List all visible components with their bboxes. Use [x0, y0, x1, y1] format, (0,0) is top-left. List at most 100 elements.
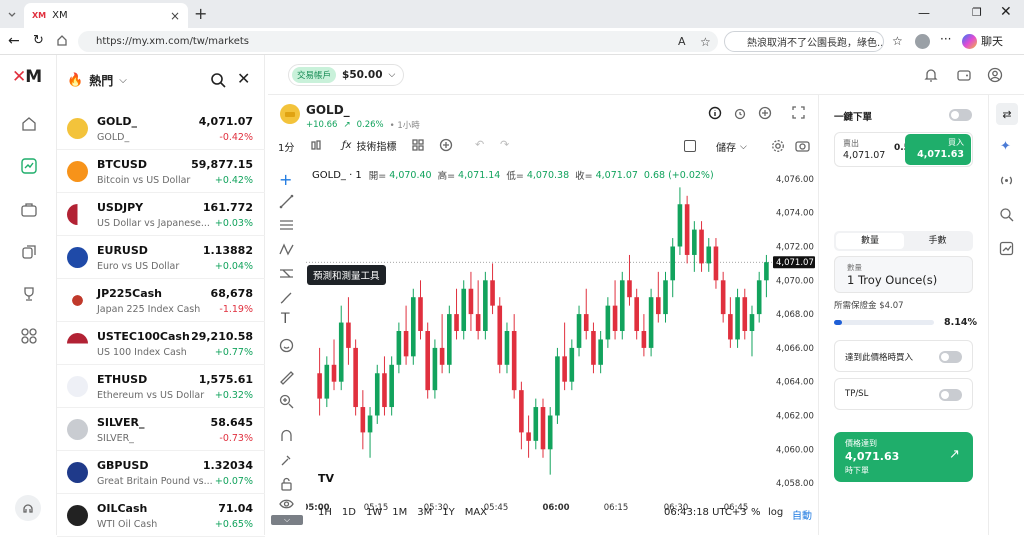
compare-add-icon[interactable] [439, 138, 453, 155]
quantity-input[interactable]: 數量 1 Troy Ounce(s) [834, 256, 973, 293]
save-button[interactable]: 儲存 ⌵ [716, 139, 747, 155]
trendline-icon[interactable] [279, 194, 294, 212]
auto-toggle[interactable]: 自動 [792, 507, 812, 522]
profile-avatar[interactable] [915, 34, 930, 49]
market-row[interactable]: USTEC100Cash US 100 Index Cash 29,210.58 +0… [57, 322, 265, 365]
range-button-1m[interactable]: 1M [392, 507, 407, 518]
market-row[interactable]: GBPUSD Great Britain Pound vs... 1.32034 +0… [57, 451, 265, 494]
close-tab-icon[interactable]: × [170, 9, 180, 23]
ruler-icon[interactable] [279, 370, 294, 388]
range-button-1d[interactable]: 1D [342, 507, 356, 518]
price-chart[interactable]: 4,076.00 4,074.00 4,072.00 4,070.00 4,068.00… [302, 160, 816, 513]
trade-swap-icon[interactable]: ⇄ [996, 103, 1018, 125]
url-bar[interactable]: https://my.xm.com/tw/markets A ☆ [78, 31, 718, 52]
trophy-nav-icon[interactable] [20, 285, 38, 306]
range-button-3m[interactable]: 3M [417, 507, 432, 518]
range-button-1w[interactable]: 1W [366, 507, 382, 518]
redo-icon[interactable]: ↷ [500, 138, 509, 151]
undo-icon[interactable]: ↶ [475, 138, 484, 151]
indicators-button[interactable]: ƒx 技術指標 [342, 138, 396, 153]
tab-quantity[interactable]: 數量 [836, 233, 904, 249]
search-icon[interactable] [210, 72, 226, 91]
browser-tab[interactable]: XM XM × [24, 3, 188, 28]
apps-nav-icon[interactable] [20, 327, 38, 348]
window-close-icon[interactable]: ✕ [1000, 4, 1012, 20]
btc-flag-icon [67, 161, 88, 182]
select-box-icon[interactable] [684, 140, 696, 152]
alarm-icon[interactable] [733, 106, 747, 123]
tab-lots[interactable]: 手數 [904, 233, 971, 249]
range-button-1h[interactable]: 1H [318, 507, 332, 518]
home-nav-icon[interactable] [20, 115, 38, 136]
tab-list-icon[interactable] [6, 8, 18, 23]
market-row[interactable]: EURUSD Euro vs US Dollar 1.13882 +0.04% [57, 236, 265, 279]
account-selector[interactable]: 交易帳戶 $50.00 ⌵ [288, 64, 405, 86]
limit-order-toggle[interactable] [939, 351, 962, 363]
percent-toggle[interactable]: % [751, 507, 761, 518]
user-icon[interactable] [987, 67, 1003, 86]
refresh-icon[interactable]: ↻ [33, 33, 44, 48]
interval-select[interactable]: 1分 [278, 139, 294, 154]
favorites-list-icon[interactable]: ☆ [892, 34, 903, 48]
one-click-toggle[interactable] [949, 109, 972, 121]
camera-icon[interactable] [795, 139, 810, 155]
fullscreen-icon[interactable] [792, 106, 805, 122]
info-icon[interactable] [708, 106, 722, 123]
more-icon[interactable]: ··· [940, 32, 951, 46]
new-tab-icon[interactable]: + [194, 4, 207, 23]
zoom-in-icon[interactable] [279, 394, 294, 412]
add-icon[interactable] [758, 106, 772, 123]
magnet-icon[interactable] [279, 428, 294, 446]
brush-icon[interactable] [279, 290, 294, 308]
lock-icon[interactable] [279, 476, 294, 494]
market-row[interactable]: USDJPY US Dollar vs Japanese... 161.772 +0.… [57, 193, 265, 236]
candle-type-icon[interactable] [310, 139, 322, 155]
back-icon[interactable]: ← [8, 33, 20, 49]
favorite-icon[interactable]: ☆ [700, 35, 711, 49]
read-aloud-icon[interactable]: A [678, 35, 686, 48]
crosshair-icon[interactable]: + [279, 170, 292, 189]
range-button-1y[interactable]: 1Y [442, 507, 454, 518]
market-row[interactable]: SILVER_ SILVER_ 58.645 -0.73% [57, 408, 265, 451]
wallet-icon[interactable] [956, 67, 972, 86]
sparkle-icon[interactable]: ✦ [1000, 139, 1011, 154]
market-row[interactable]: JP225Cash Japan 225 Index Cash 68,678 -1.19… [57, 279, 265, 322]
measure-tools-icon[interactable] [279, 266, 294, 284]
close-panel-icon[interactable]: ✕ [237, 69, 250, 88]
research-icon[interactable] [999, 207, 1014, 225]
browser-search-box[interactable]: 熱浪取消不了公園長跑，綠色... [724, 31, 884, 52]
market-row[interactable]: ETHUSD Ethereum vs US Dollar 1,575.61 +0.32… [57, 365, 265, 408]
eye-icon[interactable] [279, 498, 294, 513]
place-order-button[interactable]: 價格達到 4,071.63 時下單 ↗ [834, 432, 973, 482]
layout-icon[interactable] [412, 139, 424, 154]
candlestick-chart[interactable]: 4,076.00 4,074.00 4,072.00 4,070.00 4,068.00… [302, 160, 816, 513]
market-row[interactable]: GOLD_ GOLD_ 4,071.07 -0.42% [57, 107, 265, 150]
market-row[interactable]: OILCash WTI Oil Cash 71.04 +0.65% [57, 494, 265, 537]
pattern-icon[interactable] [279, 242, 294, 260]
xm-logo[interactable]: ✕M [12, 67, 42, 87]
transfer-nav-icon[interactable] [20, 243, 38, 264]
fib-lines-icon[interactable] [279, 218, 294, 236]
minimize-icon[interactable]: — [918, 6, 930, 20]
log-toggle[interactable]: log [768, 507, 783, 518]
markets-nav-icon[interactable] [20, 157, 38, 178]
settings-gear-icon[interactable] [771, 139, 785, 156]
emoji-icon[interactable] [279, 338, 294, 356]
support-icon[interactable] [15, 495, 41, 521]
portfolio-nav-icon[interactable] [20, 201, 38, 222]
sell-price[interactable]: 4,071.07 [843, 150, 885, 161]
tpsl-toggle[interactable] [939, 389, 962, 401]
bell-icon[interactable] [923, 67, 939, 86]
market-row[interactable]: BTCUSD Bitcoin vs US Dollar 59,877.15 +0.42… [57, 150, 265, 193]
copilot-button[interactable]: 聊天 [962, 33, 1003, 49]
restore-icon[interactable]: ❐ [972, 6, 982, 19]
text-tool-icon[interactable]: T [281, 311, 290, 327]
buy-button[interactable]: 買入 4,071.63 [905, 134, 971, 165]
home-icon[interactable] [56, 34, 68, 49]
market-category-dropdown[interactable]: 🔥 熱門 ⌵ [67, 72, 127, 89]
range-button-max[interactable]: MAX [465, 507, 487, 518]
analytics-icon[interactable] [999, 241, 1014, 259]
collapse-tools-icon[interactable]: ⌵ [271, 515, 303, 525]
lock-drawing-icon[interactable] [279, 452, 294, 470]
broadcast-icon[interactable] [999, 173, 1014, 191]
